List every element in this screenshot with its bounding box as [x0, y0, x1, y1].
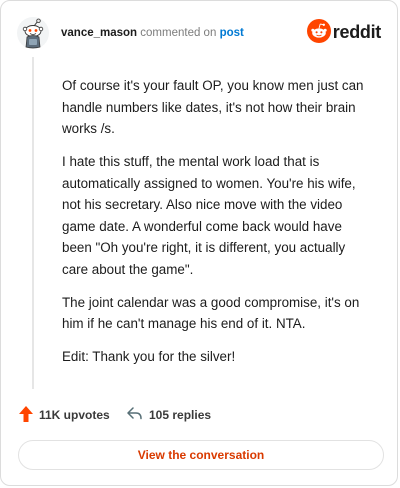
view-conversation-button[interactable]: View the conversation	[18, 440, 384, 470]
avatar[interactable]	[17, 17, 49, 49]
comment-body: Of course it's your fault OP, you know m…	[62, 75, 372, 379]
upvote-arrow-icon	[19, 406, 33, 422]
reddit-logo-icon	[307, 19, 331, 43]
comment-paragraph: I hate this stuff, the mental work load …	[62, 154, 356, 277]
thread-line[interactable]	[32, 57, 34, 389]
reddit-wordmark: reddit	[332, 22, 382, 42]
comment-card: vance_mason commented on post reddit Of …	[0, 0, 398, 486]
reply-count: 105 replies	[149, 408, 212, 422]
reply-arrow-icon	[127, 407, 142, 420]
username-link[interactable]: vance_mason	[61, 27, 137, 39]
comment-paragraph: Of course it's your fault OP, you know m…	[62, 78, 364, 136]
upvote-count: 11K upvotes	[39, 408, 110, 422]
comment-paragraph: The joint calendar was a good compromise…	[62, 294, 360, 332]
comment-header: vance_mason commented on post reddit	[17, 15, 381, 55]
action-text: commented on	[140, 27, 217, 39]
snoo-avatar-icon	[17, 17, 49, 49]
comment-meta: vance_mason commented on post	[61, 27, 244, 39]
comment-paragraph: Edit: Thank you for the silver!	[62, 349, 236, 364]
post-link[interactable]: post	[220, 27, 244, 39]
